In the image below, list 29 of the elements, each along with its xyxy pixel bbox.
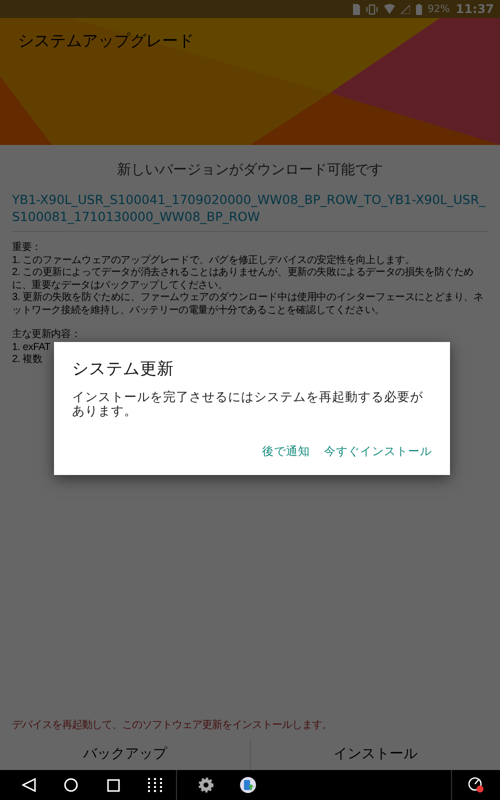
package-name: YB1-X90L_USR_S100041_1709020000_WW08_BP_ROW_TO_YB1-X90L_USR_S100081_1710130000_WW08_BP_ROW [12,191,488,232]
warning-text: デバイスを再起動して、このソフトウェア更新をインストールします。 [12,718,333,733]
battery-level: 92% [428,4,450,14]
phone-update-icon [240,777,256,793]
home-icon [64,778,78,792]
clock: 11:37 [456,2,494,16]
dialog-message: インストールを完了させるにはシステムを再起動する必要があります。 [72,390,424,418]
changes-line: 1. exFAT [12,342,52,354]
headline: 新しいバージョンがダウンロード可能です [116,161,384,180]
battery-icon [416,4,422,14]
dialog-title: システム更新 [72,358,175,380]
wifi-icon [384,4,395,14]
notes-line: 重要： [12,242,42,254]
signal-icon [400,4,410,14]
dialog-button[interactable]: 今すぐインストール [324,442,432,461]
recents-icon [106,778,120,792]
dialog-button[interactable]: 後で通知 [262,442,310,461]
notes-line: 2. この更新によってデータが消去されることはありませんが、更新の失敗によるデータの損失を防ぐために、重要なデータはバックアップしてください。 [12,267,475,292]
notes-line: 3. 更新の失敗を防ぐために、ファームウェアのダウンロード中は使用中のインターフェースにとどまり、ネットワーク接続を維持し、バッテリーの電量が十分であることを確認してください。 [12,292,484,317]
notes-line: 1. このファームウェアのアップグレードで、バグを修正しデバイスの安定性を向上します。 [12,254,416,266]
changes-line: 2. 複数 [12,354,44,366]
back-icon [22,778,36,792]
settings-icon [198,777,214,793]
vibrate-icon [366,4,378,14]
gauge-icon [468,777,484,793]
apps-grid-icon [148,778,162,792]
changes-heading: 主な更新内容： [12,329,82,342]
sim-card-icon [352,4,360,14]
page-title: システムアップグレード [17,30,195,52]
